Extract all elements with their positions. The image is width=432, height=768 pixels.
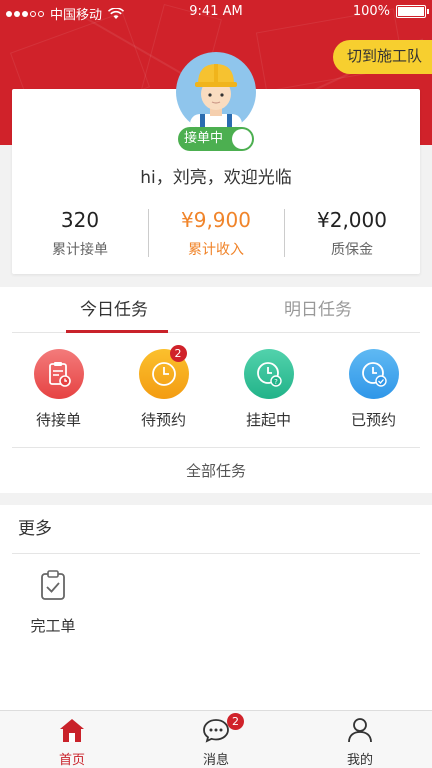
clock-check-icon <box>361 362 387 387</box>
task-label: 待预约 <box>140 411 186 429</box>
task-suspended[interactable]: ? 挂起中 <box>224 349 314 430</box>
stat-label: 质保金 <box>331 242 373 258</box>
more-section: 更多 完工单 <box>0 505 432 710</box>
task-tabs: 今日任务 明日任务 <box>12 287 420 333</box>
task-label: 挂起中 <box>245 411 291 429</box>
stat-total-orders[interactable]: 320 累计接单 <box>12 205 148 265</box>
battery-icon <box>396 5 429 18</box>
stat-value: 320 <box>60 208 100 232</box>
toggle-knob <box>232 129 252 149</box>
worker-avatar-icon <box>190 64 242 132</box>
task-shortcuts: 待接单 2 待预约 ? 挂起中 已预约 <box>0 345 432 430</box>
tabbar-label: 消息 <box>202 753 229 768</box>
stat-value: ¥9,900 <box>181 208 251 232</box>
more-section-title: 更多 <box>12 505 420 554</box>
stat-value: ¥2,000 <box>317 208 387 232</box>
user-icon <box>348 718 372 743</box>
task-pending-appointment[interactable]: 2 待预约 <box>119 345 209 430</box>
clipboard-clock-icon <box>48 362 71 387</box>
notification-badge: 2 <box>169 345 187 362</box>
task-label: 待接单 <box>35 411 81 429</box>
home-icon <box>60 719 84 742</box>
task-pending-accept[interactable]: 待接单 <box>14 349 104 430</box>
tabbar-label: 我的 <box>346 753 373 768</box>
greeting-text: hi，刘亮，欢迎光临 <box>140 168 292 188</box>
accepting-orders-toggle[interactable]: 接单中 <box>178 127 254 151</box>
stat-label: 累计收入 <box>188 242 244 258</box>
all-tasks-link[interactable]: 全部任务 <box>12 447 420 493</box>
message-icon <box>203 719 229 743</box>
task-section: 今日任务 明日任务 待接单 2 待预约 ? 挂起中 已预约 全部任务 <box>0 287 432 493</box>
battery-percent: 100% <box>352 4 390 19</box>
completion-order-item[interactable]: 完工单 <box>18 569 88 636</box>
notification-badge: 2 <box>227 713 244 730</box>
toggle-label: 接单中 <box>184 131 224 146</box>
tabbar-label: 首页 <box>58 753 85 768</box>
clock-icon <box>151 362 176 386</box>
item-label: 完工单 <box>30 617 76 635</box>
task-appointed[interactable]: 已预约 <box>329 349 419 430</box>
tabbar-profile[interactable]: 我的 <box>288 711 432 768</box>
tabbar-messages[interactable]: 2 消息 <box>144 711 288 768</box>
status-bar: 中国移动 9:41 AM 100% <box>0 0 432 24</box>
avatar[interactable] <box>176 52 256 132</box>
tab-today-tasks[interactable]: 今日任务 <box>12 287 216 333</box>
stat-total-income[interactable]: ¥9,900 累计收入 <box>148 205 284 265</box>
svg-text:?: ? <box>274 378 278 386</box>
clipboard-check-icon <box>41 570 65 600</box>
stat-label: 累计接单 <box>52 242 108 258</box>
switch-team-button[interactable]: 切到施工队 <box>332 40 432 74</box>
tab-tomorrow-tasks[interactable]: 明日任务 <box>216 287 420 332</box>
stat-deposit[interactable]: ¥2,000 质保金 <box>284 205 420 265</box>
stats-row: 320 累计接单 ¥9,900 累计收入 ¥2,000 质保金 <box>12 205 420 265</box>
tabbar-home[interactable]: 首页 <box>0 711 144 768</box>
task-label: 已预约 <box>350 411 396 429</box>
bottom-tab-bar: 首页 2 消息 我的 <box>0 710 432 768</box>
clock-question-icon: ? <box>256 362 282 387</box>
